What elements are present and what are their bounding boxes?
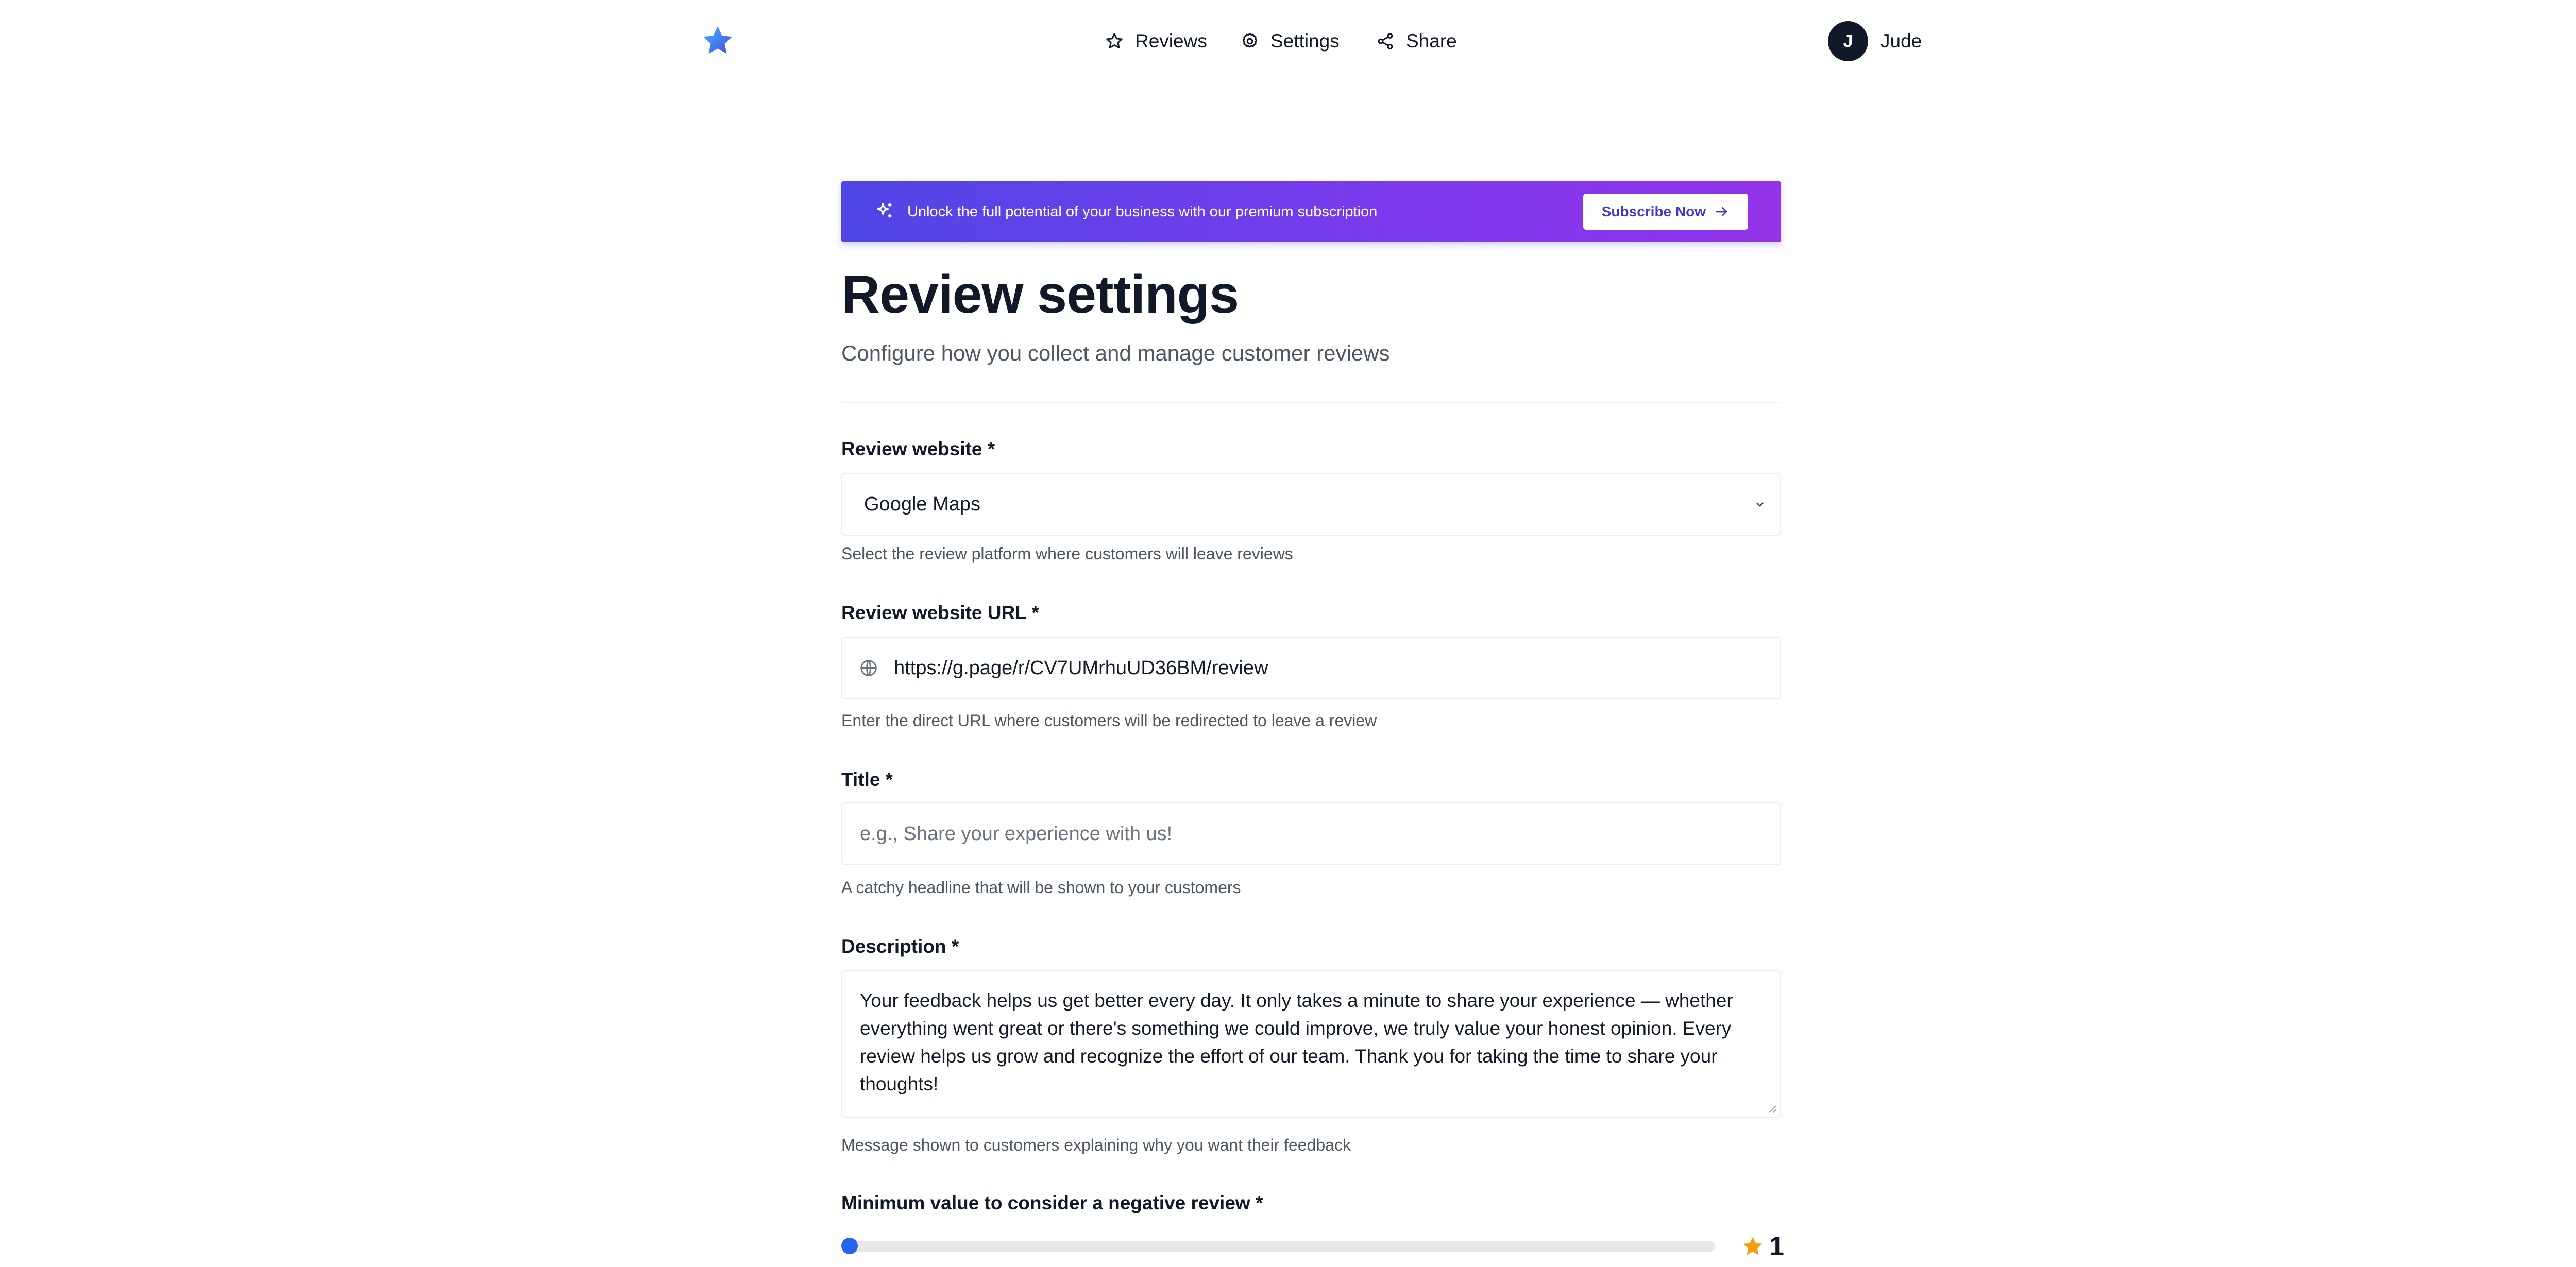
gear-icon bbox=[1242, 33, 1258, 48]
subscribe-now-button[interactable]: Subscribe Now bbox=[1583, 194, 1748, 230]
review-url-label: Review website URL * bbox=[841, 602, 1039, 623]
subscribe-now-label: Subscribe Now bbox=[1601, 203, 1706, 219]
nav-item-share[interactable]: Share bbox=[1376, 25, 1457, 58]
banner-text: Unlock the full potential of your busine… bbox=[907, 203, 1378, 220]
negative-threshold-value: 1 bbox=[1769, 1231, 1784, 1261]
title-input[interactable]: e.g., Share your experience with us! bbox=[841, 802, 1781, 865]
share-icon bbox=[1378, 33, 1393, 49]
user-name: Jude bbox=[1880, 30, 1922, 52]
description-help: Message shown to customers explaining wh… bbox=[841, 1136, 1351, 1154]
sparkles-icon bbox=[877, 203, 892, 218]
review-url-value: https://g.page/r/CV7UMrhuUD36BM/review bbox=[894, 657, 1268, 679]
star-icon bbox=[1106, 33, 1123, 48]
title-label: Title * bbox=[841, 769, 893, 790]
page-subtitle: Configure how you collect and manage cus… bbox=[841, 341, 1390, 365]
negative-threshold-label: Minimum value to consider a negative rev… bbox=[841, 1192, 1263, 1213]
review-website-label: Review website * bbox=[841, 438, 995, 459]
section-divider bbox=[841, 402, 1781, 403]
nav-item-settings[interactable]: Settings bbox=[1241, 25, 1340, 58]
review-url-field[interactable]: https://g.page/r/CV7UMrhuUD36BM/review bbox=[841, 637, 1781, 699]
description-value: Your feedback helps us get better every … bbox=[860, 990, 1733, 1094]
globe-icon bbox=[860, 660, 877, 676]
nav-label-reviews: Reviews bbox=[1135, 30, 1207, 52]
nav-label-settings: Settings bbox=[1270, 30, 1340, 52]
negative-threshold-readout: 1 bbox=[1741, 1231, 1784, 1262]
negative-threshold-slider-track[interactable] bbox=[841, 1241, 1715, 1252]
review-website-value: Google Maps bbox=[864, 493, 981, 515]
top-nav: Reviews Settings Share bbox=[0, 25, 2576, 58]
user-menu[interactable]: J Jude bbox=[1828, 21, 1922, 62]
review-url-help: Enter the direct URL where customers wil… bbox=[841, 711, 1377, 730]
negative-threshold-slider-thumb[interactable] bbox=[841, 1238, 858, 1254]
page-title: Review settings bbox=[841, 265, 1239, 324]
nav-label-share: Share bbox=[1406, 30, 1457, 52]
review-website-select[interactable]: Google Maps bbox=[841, 473, 1781, 536]
title-help: A catchy headline that will be shown to … bbox=[841, 878, 1241, 897]
avatar: J bbox=[1828, 21, 1868, 61]
chevron-down-icon bbox=[1756, 502, 1764, 507]
description-textarea[interactable]: Your feedback helps us get better every … bbox=[841, 970, 1781, 1118]
title-placeholder: e.g., Share your experience with us! bbox=[860, 823, 1173, 845]
arrow-right-icon bbox=[1716, 207, 1727, 216]
description-label: Description * bbox=[841, 936, 959, 957]
premium-banner: Unlock the full potential of your busine… bbox=[841, 181, 1781, 242]
review-website-help: Select the review platform where custome… bbox=[841, 544, 1293, 563]
nav-item-reviews[interactable]: Reviews bbox=[1105, 25, 1207, 58]
resize-handle-icon[interactable] bbox=[1766, 1102, 1777, 1114]
star-filled-icon bbox=[1743, 1237, 1762, 1255]
